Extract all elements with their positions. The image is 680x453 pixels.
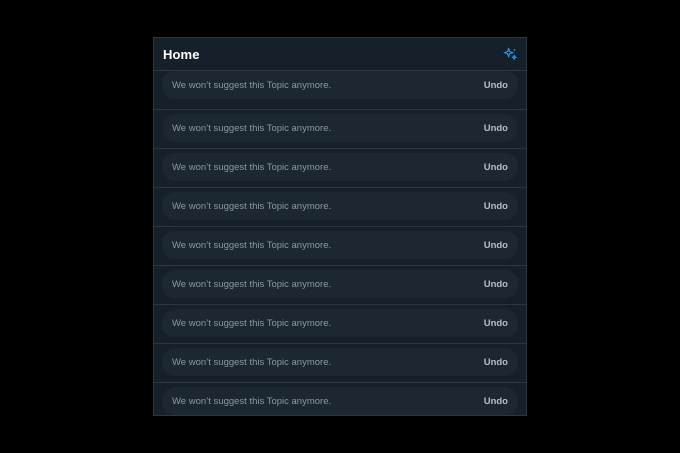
topic-removed-notice: We won’t suggest this Topic anymore. Und… <box>162 309 518 337</box>
list-item: We won’t suggest this Topic anymore. Und… <box>154 110 526 149</box>
topic-removed-notice: We won’t suggest this Topic anymore. Und… <box>162 192 518 220</box>
undo-button[interactable]: Undo <box>484 201 508 212</box>
notice-message: We won’t suggest this Topic anymore. <box>172 122 332 134</box>
undo-button[interactable]: Undo <box>484 357 508 368</box>
undo-button[interactable]: Undo <box>484 396 508 407</box>
list-item: We won’t suggest this Topic anymore. Und… <box>154 227 526 266</box>
list-item: We won’t suggest this Topic anymore. Und… <box>154 188 526 227</box>
topic-removed-notice: We won’t suggest this Topic anymore. Und… <box>162 387 518 415</box>
list-item: We won’t suggest this Topic anymore. Und… <box>154 149 526 188</box>
undo-button[interactable]: Undo <box>484 279 508 290</box>
notice-message: We won’t suggest this Topic anymore. <box>172 200 332 212</box>
page-title: Home <box>163 46 200 62</box>
notice-message: We won’t suggest this Topic anymore. <box>172 395 332 407</box>
topic-removed-notice: We won’t suggest this Topic anymore. Und… <box>162 348 518 376</box>
undo-button[interactable]: Undo <box>484 318 508 329</box>
notice-message: We won’t suggest this Topic anymore. <box>172 79 332 91</box>
notice-message: We won’t suggest this Topic anymore. <box>172 317 332 329</box>
list-item: We won’t suggest this Topic anymore. Und… <box>154 305 526 344</box>
undo-button[interactable]: Undo <box>484 162 508 173</box>
topic-removed-notice: We won’t suggest this Topic anymore. Und… <box>162 114 518 142</box>
timeline-header: Home <box>154 38 526 71</box>
undo-button[interactable]: Undo <box>484 80 508 91</box>
notice-message: We won’t suggest this Topic anymore. <box>172 239 332 251</box>
notice-message: We won’t suggest this Topic anymore. <box>172 356 332 368</box>
sparkle-icon[interactable] <box>502 46 518 62</box>
notice-message: We won’t suggest this Topic anymore. <box>172 278 332 290</box>
notice-message: We won’t suggest this Topic anymore. <box>172 161 332 173</box>
topic-removed-notice: We won’t suggest this Topic anymore. Und… <box>162 71 518 99</box>
topic-removed-notice: We won’t suggest this Topic anymore. Und… <box>162 270 518 298</box>
notice-list: We won’t suggest this Topic anymore. Und… <box>154 71 526 415</box>
topic-removed-notice: We won’t suggest this Topic anymore. Und… <box>162 231 518 259</box>
undo-button[interactable]: Undo <box>484 240 508 251</box>
list-item: We won’t suggest this Topic anymore. Und… <box>154 266 526 305</box>
topic-removed-notice: We won’t suggest this Topic anymore. Und… <box>162 153 518 181</box>
list-item: We won’t suggest this Topic anymore. Und… <box>154 383 526 415</box>
list-item: We won’t suggest this Topic anymore. Und… <box>154 344 526 383</box>
home-timeline-panel: Home We won’t suggest this Topic anymore… <box>153 37 527 416</box>
list-item: We won’t suggest this Topic anymore. Und… <box>154 71 526 110</box>
undo-button[interactable]: Undo <box>484 123 508 134</box>
